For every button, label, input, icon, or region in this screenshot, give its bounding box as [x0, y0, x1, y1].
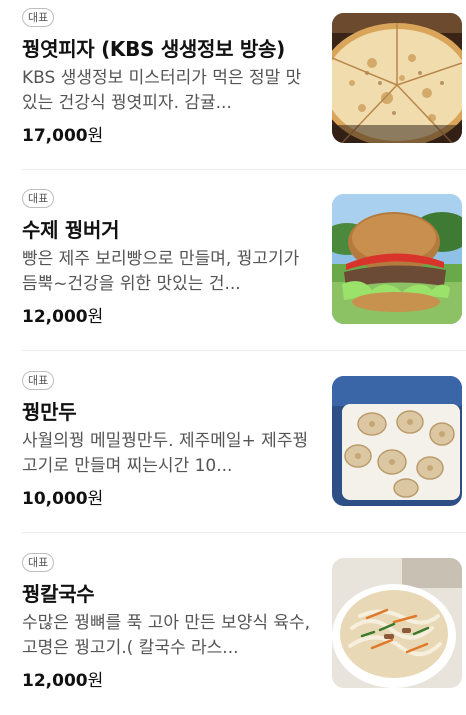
pizza-photo[interactable]: [332, 13, 462, 143]
menu-item-description: 사월의꿩 메밀꿩만두. 제주메일+ 제주꿩고기로 만들며 찌는시간 10...: [22, 431, 309, 476]
price-currency: 원: [87, 307, 104, 327]
noodle-soup-image: [332, 558, 462, 688]
burger-image: [332, 194, 462, 324]
representative-badge: 대표: [22, 189, 55, 208]
divider: [22, 350, 466, 351]
price-currency: 원: [87, 671, 104, 691]
menu-item-price: 12,000원: [22, 302, 103, 327]
price-value: 12,000: [22, 671, 88, 691]
menu-item[interactable]: 대표 꿩칼국수 수많은 꿩뼈를 푹 고아 만든 보양식 육수,고명은 꿩고기.(…: [0, 545, 466, 715]
divider: [22, 532, 466, 533]
price-currency: 원: [87, 126, 104, 146]
price-value: 10,000: [22, 489, 88, 509]
menu-item-price: 12,000원: [22, 666, 103, 691]
menu-item-description: 수많은 꿩뼈를 푹 고아 만든 보양식 육수,고명은 꿩고기.( 칼국수 라스.…: [22, 613, 311, 658]
menu-item[interactable]: 대표 꿩엿피자 (KBS 생생정보 방송) KBS 생생정보 미스터리가 먹은 …: [0, 0, 466, 170]
menu-item[interactable]: 대표 수제 꿩버거 빵은 제주 보리빵으로 만들며, 꿩고기가 듬뿍~건강을 위…: [0, 181, 466, 351]
burger-photo[interactable]: [332, 194, 462, 324]
menu-item-description: KBS 생생정보 미스터리가 먹은 정말 맛있는 건강식 꿩엿피자. 감귤...: [22, 68, 302, 113]
representative-badge: 대표: [22, 371, 55, 390]
price-value: 12,000: [22, 307, 88, 327]
menu-item-name: 수제 꿩버거: [22, 218, 120, 242]
menu-list: 대표 꿩엿피자 (KBS 생생정보 방송) KBS 생생정보 미스터리가 먹은 …: [0, 0, 466, 697]
price-value: 17,000: [22, 126, 88, 146]
representative-badge: 대표: [22, 553, 55, 572]
menu-item[interactable]: 대표 꿩만두 사월의꿩 메밀꿩만두. 제주메일+ 제주꿩고기로 만들며 찌는시간…: [0, 363, 466, 533]
representative-badge: 대표: [22, 8, 55, 27]
menu-item-name: 꿩만두: [22, 400, 77, 424]
dumplings-photo[interactable]: [332, 376, 462, 506]
menu-item-price: 17,000원: [22, 121, 103, 146]
pizza-image: [332, 13, 462, 143]
dumplings-image: [332, 376, 462, 506]
noodle-soup-photo[interactable]: [332, 558, 462, 688]
menu-item-name: 꿩엿피자 (KBS 생생정보 방송): [22, 37, 285, 61]
price-currency: 원: [87, 489, 104, 509]
menu-item-description: 빵은 제주 보리빵으로 만들며, 꿩고기가 듬뿍~건강을 위한 맛있는 건...: [22, 249, 300, 294]
menu-item-name: 꿩칼국수: [22, 582, 95, 606]
divider: [22, 169, 466, 170]
menu-item-price: 10,000원: [22, 484, 103, 509]
